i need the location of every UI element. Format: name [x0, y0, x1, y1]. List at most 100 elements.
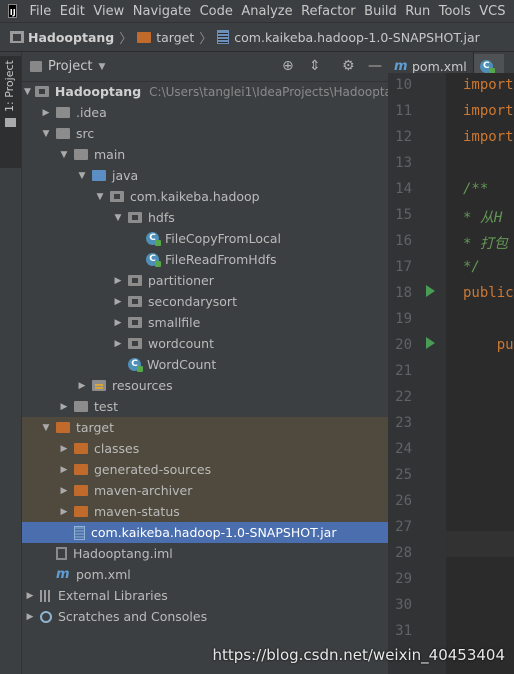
tree-item-test[interactable]: ▶ test: [22, 396, 388, 417]
run-gutter-icon[interactable]: [426, 337, 435, 349]
menu-analyze[interactable]: Analyze: [241, 4, 292, 19]
tree-item-pom[interactable]: m pom.xml: [22, 564, 388, 585]
menu-code[interactable]: Code: [200, 4, 233, 19]
expanded-arrow-icon[interactable]: ▼: [112, 213, 124, 223]
tree-item-label: test: [94, 399, 119, 414]
tree-item-maven-archiver[interactable]: ▶ maven-archiver: [22, 480, 388, 501]
expanded-arrow-icon[interactable]: ▼: [94, 192, 106, 202]
tree-item-label: FileReadFromHdfs: [165, 252, 277, 267]
folder-icon: [56, 128, 70, 139]
tree-item-hadooptang[interactable]: ▼ Hadooptang C:\Users\tanglei1\IdeaProje…: [22, 81, 388, 102]
tree-item-label: classes: [94, 441, 140, 456]
tree-item-label: WordCount: [147, 357, 217, 372]
menu-run[interactable]: Run: [405, 4, 430, 19]
tree-item-resources[interactable]: ▶ resources: [22, 375, 388, 396]
project-panel-header: Project ▼ ⊕ ⇕ ⚙ —: [22, 52, 388, 82]
menu-navigate[interactable]: Navigate: [133, 4, 191, 19]
tree-item-secondarysort[interactable]: ▶ secondarysort: [22, 291, 388, 312]
package-icon: [110, 191, 124, 202]
java-class-icon: C: [146, 232, 161, 246]
line-number: 25: [395, 467, 412, 483]
dropdown-caret-icon[interactable]: ▼: [98, 62, 105, 72]
breadcrumb-project[interactable]: Hadooptang: [0, 30, 114, 45]
menu-view[interactable]: View: [93, 4, 124, 19]
code-line: import: [463, 103, 514, 119]
libraries-icon: [40, 589, 52, 602]
collapsed-arrow-icon[interactable]: ▶: [112, 339, 124, 349]
collapsed-arrow-icon[interactable]: ▶: [24, 612, 36, 622]
tree-item-java[interactable]: ▼ java: [22, 165, 388, 186]
menu-edit[interactable]: Edit: [60, 4, 85, 19]
code-line: * 从H: [463, 210, 503, 226]
tree-item-iml[interactable]: Hadooptang.iml: [22, 543, 388, 564]
collapsed-arrow-icon[interactable]: ▶: [58, 402, 70, 412]
run-gutter-icon[interactable]: [426, 285, 435, 297]
line-number: 28: [395, 545, 412, 561]
tree-item-maven-status[interactable]: ▶ maven-status: [22, 501, 388, 522]
collapsed-arrow-icon[interactable]: ▶: [76, 381, 88, 391]
tree-item-hdfs[interactable]: ▼ hdfs: [22, 207, 388, 228]
line-number: 15: [395, 207, 412, 223]
tree-item-label: resources: [112, 378, 173, 393]
expanded-arrow-icon[interactable]: ▼: [24, 87, 31, 97]
project-tree: ▼ Hadooptang C:\Users\tanglei1\IdeaProje…: [22, 81, 388, 627]
tree-item-label: com.kaikeba.hadoop-1.0-SNAPSHOT.jar: [91, 525, 337, 540]
java-class-icon: C: [146, 253, 161, 267]
tree-item-main[interactable]: ▼ main: [22, 144, 388, 165]
tree-item-wordcount[interactable]: ▶ wordcount: [22, 333, 388, 354]
tree-item-smallfile[interactable]: ▶ smallfile: [22, 312, 388, 333]
line-number: 31: [395, 623, 412, 639]
collapsed-arrow-icon[interactable]: ▶: [58, 444, 70, 454]
tree-item-label: wordcount: [148, 336, 214, 351]
breadcrumb-file[interactable]: com.kaikeba.hadoop-1.0-SNAPSHOT.jar: [217, 30, 480, 45]
project-tool-tab[interactable]: 1: Project: [0, 56, 21, 168]
tree-item-src[interactable]: ▼ src: [22, 123, 388, 144]
tree-item-generated-sources[interactable]: ▶ generated-sources: [22, 459, 388, 480]
tree-item-external-libraries[interactable]: ▶ External Libraries: [22, 585, 388, 606]
editor-gutter: 10 11 12 13 14 15 16 17 18 19 20 21 22 2…: [388, 73, 459, 674]
tree-item-partitioner[interactable]: ▶ partitioner: [22, 270, 388, 291]
tree-item-filereadfromhdfs[interactable]: C FileReadFromHdfs: [22, 249, 388, 270]
menu-file[interactable]: File: [29, 4, 51, 19]
collapsed-arrow-icon[interactable]: ▶: [58, 486, 70, 496]
code-editor[interactable]: import import import /** * 从H * 打包 */ pu…: [446, 73, 514, 674]
line-number: 24: [395, 441, 412, 457]
tree-item-label: FileCopyFromLocal: [165, 231, 281, 246]
collapsed-arrow-icon[interactable]: ▶: [24, 591, 36, 601]
line-number: 17: [395, 259, 412, 275]
collapsed-arrow-icon[interactable]: ▶: [58, 465, 70, 475]
tree-item-scratches[interactable]: ▶ Scratches and Consoles: [22, 606, 388, 627]
expanded-arrow-icon[interactable]: ▼: [58, 150, 70, 160]
locate-file-icon[interactable]: ⊕: [282, 59, 294, 73]
line-number: 27: [395, 519, 412, 535]
line-number: 12: [395, 129, 412, 145]
collapsed-arrow-icon[interactable]: ▶: [112, 318, 124, 328]
collapsed-arrow-icon[interactable]: ▶: [58, 507, 70, 517]
collapsed-arrow-icon[interactable]: ▶: [112, 276, 124, 286]
menu-tools[interactable]: Tools: [439, 4, 471, 19]
tree-item-classes[interactable]: ▶ classes: [22, 438, 388, 459]
expanded-arrow-icon[interactable]: ▼: [40, 129, 52, 139]
expanded-arrow-icon[interactable]: ▼: [40, 423, 52, 433]
collapsed-arrow-icon[interactable]: ▶: [40, 108, 52, 118]
tree-item-target[interactable]: ▼ target: [22, 417, 388, 438]
menu-build[interactable]: Build: [364, 4, 397, 19]
collapse-all-icon[interactable]: ⇕: [309, 59, 321, 73]
tree-item-wordcount-class[interactable]: C WordCount: [22, 354, 388, 375]
tree-item-filecopyfromlocal[interactable]: C FileCopyFromLocal: [22, 228, 388, 249]
hide-panel-icon[interactable]: —: [368, 59, 382, 73]
navigation-bar: Hadooptang 〉 target 〉 com.kaikeba.hadoop…: [0, 23, 514, 52]
tree-item-label: partitioner: [148, 273, 214, 288]
collapsed-arrow-icon[interactable]: ▶: [112, 297, 124, 307]
tree-item-label: maven-archiver: [94, 483, 193, 498]
menu-vcs[interactable]: VCS: [479, 4, 505, 19]
gear-icon[interactable]: ⚙: [342, 59, 355, 73]
tree-item-snapshot-jar[interactable]: com.kaikeba.hadoop-1.0-SNAPSHOT.jar: [22, 522, 388, 543]
project-panel-title[interactable]: Project: [48, 59, 92, 74]
expanded-arrow-icon[interactable]: ▼: [76, 171, 88, 181]
tree-item-package[interactable]: ▼ com.kaikeba.hadoop: [22, 186, 388, 207]
line-number: 20: [395, 337, 412, 353]
breadcrumb-folder[interactable]: target: [137, 30, 194, 45]
tree-item-idea[interactable]: ▶ .idea: [22, 102, 388, 123]
menu-refactor[interactable]: Refactor: [301, 4, 356, 19]
